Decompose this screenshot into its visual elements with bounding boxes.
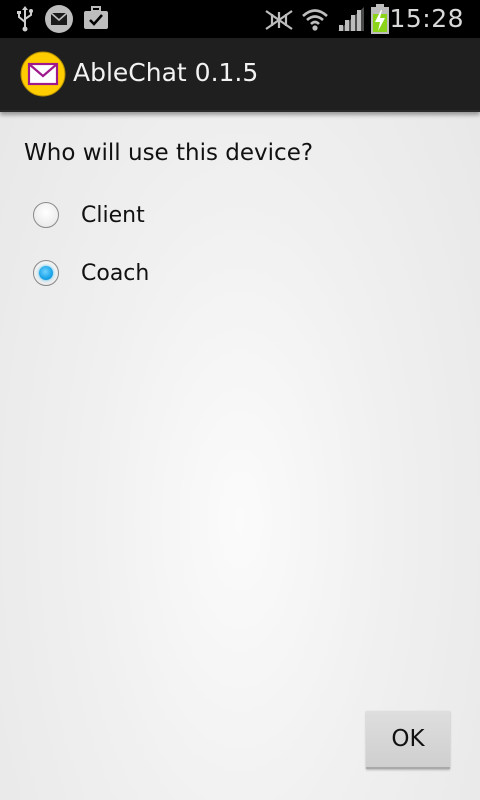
mute-icon (265, 10, 293, 30)
status-time: 15:28 (389, 4, 464, 33)
email-notification-icon (45, 5, 73, 33)
signal-icon (338, 7, 364, 31)
status-bar: 15:28 (0, 0, 480, 38)
radio-button-coach[interactable] (33, 260, 59, 286)
radio-label-client[interactable]: Client (81, 203, 145, 228)
radio-button-client[interactable] (33, 202, 59, 228)
app-title: AbleChat 0.1.5 (73, 58, 259, 87)
envelope-icon[interactable] (20, 51, 66, 97)
radio-label-coach[interactable]: Coach (81, 261, 149, 286)
briefcase-check-icon (84, 6, 108, 29)
radio-option-client[interactable]: Client (33, 199, 145, 231)
wifi-icon (302, 9, 328, 31)
question-heading: Who will use this device? (24, 140, 314, 166)
battery-charging-icon (371, 4, 389, 34)
action-bar: AbleChat 0.1.5 (0, 38, 480, 112)
usb-icon (17, 6, 33, 32)
app-screen: 15:28 AbleChat 0.1.5 Who will use this d… (0, 0, 480, 800)
radio-option-coach[interactable]: Coach (33, 257, 149, 289)
ok-button[interactable]: OK (366, 711, 450, 769)
